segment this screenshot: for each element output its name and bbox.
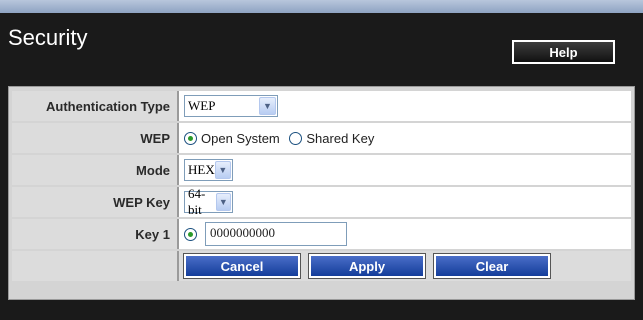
wep-key-label: WEP Key xyxy=(12,187,179,217)
wep-key-row: WEP Key 64-bit ▼ xyxy=(12,186,631,217)
auth-type-label: Authentication Type xyxy=(12,91,179,121)
mode-value: HEX xyxy=(188,162,215,177)
page-title: Security xyxy=(8,25,88,50)
key1-radio[interactable] xyxy=(184,227,197,241)
auth-type-row: Authentication Type WEP ▼ xyxy=(12,91,631,121)
auth-type-value: WEP xyxy=(188,98,216,113)
cancel-button[interactable]: Cancel xyxy=(183,253,301,279)
help-button[interactable]: Help xyxy=(512,40,615,64)
key1-row: Key 1 0000000000 xyxy=(12,219,631,249)
chevron-down-icon: ▼ xyxy=(215,193,231,211)
top-strip xyxy=(0,0,643,13)
open-system-radio[interactable] xyxy=(184,132,197,146)
clear-button[interactable]: Clear xyxy=(433,253,551,279)
chevron-down-icon: ▼ xyxy=(214,161,231,179)
key1-label: Key 1 xyxy=(12,219,179,249)
chevron-down-icon: ▼ xyxy=(259,97,276,115)
security-form-panel: Authentication Type WEP ▼ WEP Open Syste… xyxy=(8,86,635,300)
shared-key-label: Shared Key xyxy=(306,131,375,147)
open-system-label: Open System xyxy=(201,131,280,147)
auth-type-select[interactable]: WEP ▼ xyxy=(184,95,278,117)
wep-key-select[interactable]: 64-bit ▼ xyxy=(184,186,233,217)
mode-row: Mode HEX ▼ xyxy=(12,155,631,185)
mode-label: Mode xyxy=(12,155,179,185)
key1-input[interactable]: 0000000000 xyxy=(205,222,347,246)
wep-label: WEP xyxy=(12,123,179,153)
apply-button[interactable]: Apply xyxy=(308,253,426,279)
wep-key-value: 64-bit xyxy=(188,186,206,217)
button-row: Cancel Apply Clear xyxy=(12,251,631,281)
shared-key-radio[interactable] xyxy=(289,132,303,146)
wep-row: WEP Open System Shared Key xyxy=(12,123,631,153)
security-form: Authentication Type WEP ▼ WEP Open Syste… xyxy=(12,89,631,283)
mode-select[interactable]: HEX ▼ xyxy=(184,159,233,181)
